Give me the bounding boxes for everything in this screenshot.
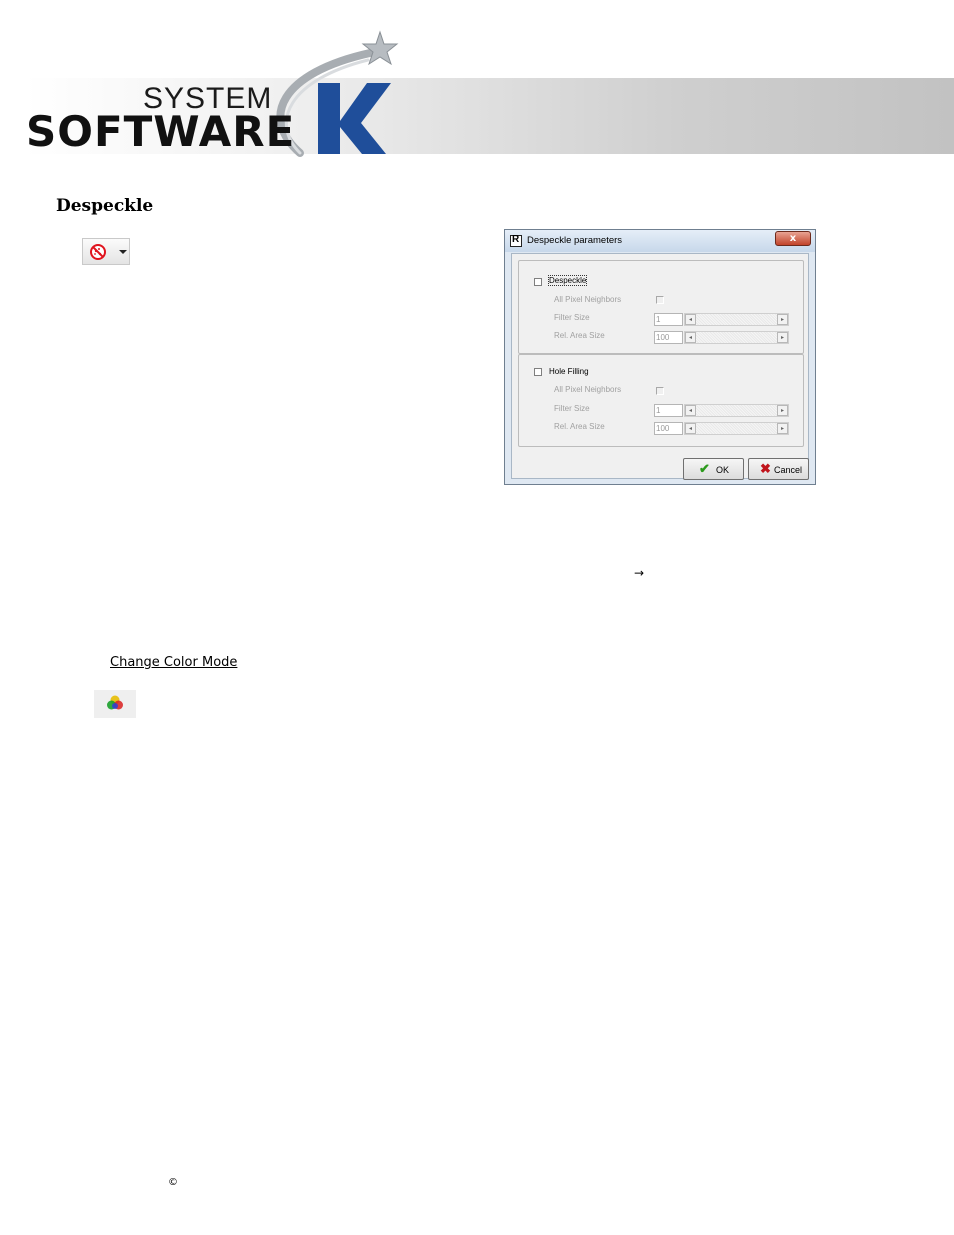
filter-size-input[interactable]: 1 xyxy=(654,404,683,417)
all-pixel-neighbors-checkbox[interactable] xyxy=(656,387,664,395)
rel-area-size-label: Rel. Area Size xyxy=(554,331,605,340)
checkmark-icon: ✔ xyxy=(699,461,710,476)
filter-size-slider[interactable]: ◂ ▸ xyxy=(684,313,789,326)
filter-size-slider[interactable]: ◂ ▸ xyxy=(684,404,789,417)
logo-software-text: SOFTWARE xyxy=(26,107,296,156)
scroll-right-icon[interactable]: ▸ xyxy=(777,314,788,325)
despeckle-no-icon xyxy=(90,244,106,260)
ok-label: OK xyxy=(716,465,730,475)
rgb-circles-icon xyxy=(107,695,123,710)
app-icon xyxy=(510,234,522,247)
despeckle-parameters-dialog: Despeckle parameters x Despeckle All Pix… xyxy=(504,229,816,485)
rel-area-size-slider[interactable]: ◂ ▸ xyxy=(684,331,789,344)
section-title: Despeckle xyxy=(56,196,154,216)
scroll-left-icon[interactable]: ◂ xyxy=(685,332,696,343)
hole-filling-checkbox[interactable] xyxy=(534,368,542,376)
rel-area-size-slider[interactable]: ◂ ▸ xyxy=(684,422,789,435)
hole-filling-label[interactable]: Hole Filling xyxy=(549,367,589,376)
change-color-mode-heading: Change Color Mode xyxy=(110,655,238,670)
scroll-left-icon[interactable]: ◂ xyxy=(685,405,696,416)
scroll-right-icon[interactable]: ▸ xyxy=(777,405,788,416)
scroll-left-icon[interactable]: ◂ xyxy=(685,423,696,434)
close-button[interactable]: x xyxy=(775,231,811,246)
all-pixel-neighbors-label: All Pixel Neighbors xyxy=(554,385,622,394)
header-logo: SYSTEM SOFTWARE xyxy=(0,0,954,165)
rel-area-size-input[interactable]: 100 xyxy=(654,422,683,435)
cancel-button[interactable]: ✖ Cancel xyxy=(748,458,809,480)
arrow-icon: → xyxy=(634,566,645,580)
all-pixel-neighbors-label: All Pixel Neighbors xyxy=(554,295,622,304)
despeckle-label[interactable]: Despeckle xyxy=(547,275,588,286)
all-pixel-neighbors-checkbox[interactable] xyxy=(656,296,664,304)
despeckle-group: Despeckle All Pixel Neighbors Filter Siz… xyxy=(518,260,804,354)
filter-size-label: Filter Size xyxy=(554,313,590,322)
scroll-right-icon[interactable]: ▸ xyxy=(777,332,788,343)
despeckle-toolbar-button[interactable] xyxy=(82,238,130,265)
dialog-client-area: Despeckle All Pixel Neighbors Filter Siz… xyxy=(511,253,809,480)
scroll-right-icon[interactable]: ▸ xyxy=(777,423,788,434)
hole-filling-group: Hole Filling All Pixel Neighbors Filter … xyxy=(518,354,804,447)
cancel-label: Cancel xyxy=(774,465,803,475)
dialog-titlebar[interactable]: Despeckle parameters x xyxy=(505,230,815,252)
rel-area-size-label: Rel. Area Size xyxy=(554,422,605,431)
despeckle-checkbox[interactable] xyxy=(534,278,542,286)
chevron-down-icon[interactable] xyxy=(119,250,127,254)
cross-icon: ✖ xyxy=(760,461,771,476)
filter-size-input[interactable]: 1 xyxy=(654,313,683,326)
ok-button[interactable]: ✔ OK xyxy=(683,458,744,480)
scroll-left-icon[interactable]: ◂ xyxy=(685,314,696,325)
dialog-title: Despeckle parameters xyxy=(527,235,623,246)
change-color-mode-button[interactable] xyxy=(94,690,136,718)
filter-size-label: Filter Size xyxy=(554,404,590,413)
copyright-symbol: © xyxy=(168,1177,178,1188)
rel-area-size-input[interactable]: 100 xyxy=(654,331,683,344)
